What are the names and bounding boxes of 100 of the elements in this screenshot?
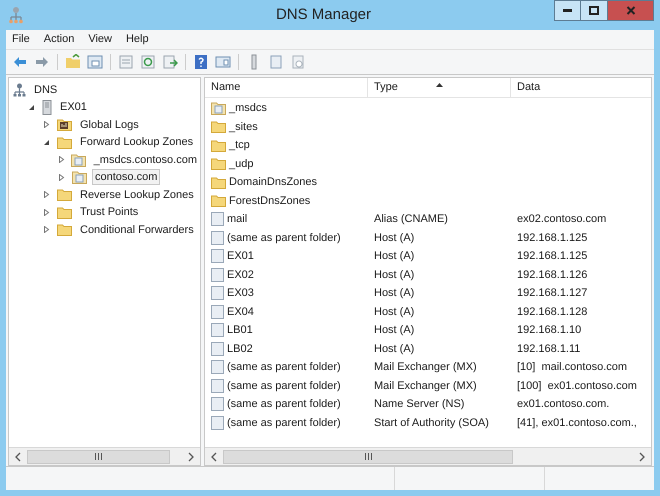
close-button[interactable] bbox=[608, 0, 654, 21]
zone-icon bbox=[72, 170, 87, 184]
record-icon bbox=[211, 212, 224, 226]
zone-icon bbox=[211, 101, 226, 116]
scroll-thumb[interactable] bbox=[27, 450, 170, 464]
type-cell: Start of Authority (SOA) bbox=[374, 416, 489, 428]
name-cell-text: (same as parent folder) bbox=[227, 378, 341, 394]
grip-icon bbox=[94, 453, 103, 460]
data-cell: 192.168.1.11 bbox=[517, 342, 580, 354]
collapse-arrow-icon[interactable] bbox=[43, 138, 50, 146]
menu-item[interactable]: File bbox=[12, 31, 30, 48]
type-cell: Host (A) bbox=[374, 268, 414, 280]
record-icon bbox=[211, 360, 224, 374]
record-icon bbox=[211, 249, 224, 264]
name-cell-text: _msdcs bbox=[229, 101, 267, 116]
type-cell: Host (A) bbox=[374, 287, 414, 299]
record-icon bbox=[211, 230, 224, 245]
expand-arrow-icon[interactable] bbox=[43, 208, 50, 216]
server-icon bbox=[42, 100, 52, 115]
menu-item[interactable]: View bbox=[88, 31, 112, 48]
folder-icon bbox=[211, 120, 226, 134]
data-cell: ex01.contoso.com. bbox=[517, 398, 610, 410]
window-title: DNS Manager bbox=[276, 4, 372, 25]
folder-icon bbox=[211, 176, 226, 189]
record-icon bbox=[211, 397, 224, 412]
name-cell-text: LB02 bbox=[227, 342, 253, 356]
data-cell: 192.168.1.128 bbox=[517, 306, 588, 318]
record-icon bbox=[211, 342, 224, 356]
maximize-button[interactable] bbox=[581, 0, 608, 21]
scroll-thumb[interactable] bbox=[223, 450, 513, 464]
folder-icon bbox=[57, 188, 72, 202]
type-cell: Host (A) bbox=[374, 306, 414, 318]
tree-item[interactable]: _msdcs.contoso.com bbox=[90, 152, 200, 168]
menu-item[interactable]: Action bbox=[44, 31, 74, 48]
network-icon bbox=[13, 82, 26, 97]
name-cell-text: _sites bbox=[229, 120, 258, 134]
type-cell: Alias (CNAME) bbox=[374, 213, 448, 225]
type-cell: Host (A) bbox=[374, 250, 414, 262]
menu-item[interactable]: Help bbox=[126, 31, 149, 48]
tree-item[interactable]: Global Logs bbox=[77, 116, 142, 133]
folder-icon bbox=[57, 206, 72, 219]
folder-icon bbox=[57, 223, 72, 236]
data-cell: [41], ex01.contoso.com., bbox=[517, 416, 637, 428]
folder-icon bbox=[211, 157, 226, 170]
name-cell-text: _udp bbox=[229, 156, 254, 172]
data-cell: 192.168.1.125 bbox=[517, 232, 588, 244]
name-cell-text: _tcp bbox=[229, 138, 250, 153]
expand-arrow-icon[interactable] bbox=[58, 174, 65, 181]
log-folder-icon bbox=[57, 118, 72, 132]
record-icon bbox=[211, 304, 224, 319]
type-cell: Host (A) bbox=[374, 232, 414, 244]
column-header[interactable]: Data bbox=[511, 78, 651, 97]
record-icon bbox=[211, 378, 224, 393]
type-cell: Host (A) bbox=[374, 342, 414, 354]
tree-item[interactable]: Forward Lookup Zones bbox=[77, 134, 196, 150]
data-cell: [100] ex01.contoso.com bbox=[517, 380, 637, 392]
tree-item[interactable]: DNS bbox=[31, 82, 60, 98]
expand-arrow-icon[interactable] bbox=[58, 156, 65, 164]
tree-item[interactable]: Reverse Lookup Zones bbox=[77, 186, 197, 203]
collapse-arrow-icon[interactable] bbox=[28, 104, 35, 111]
record-icon bbox=[211, 286, 224, 300]
tree-item[interactable]: Trust Points bbox=[77, 204, 142, 220]
data-cell: [10] mail.contoso.com bbox=[517, 361, 628, 373]
name-cell-text: EX02 bbox=[227, 268, 254, 282]
zone-icon bbox=[70, 152, 86, 167]
folder-icon bbox=[211, 194, 226, 208]
name-cell-text: ForestDnsZones bbox=[229, 194, 310, 208]
name-cell-text: EX03 bbox=[227, 286, 254, 301]
minimize-button[interactable] bbox=[554, 0, 581, 21]
name-cell-text: (same as parent folder) bbox=[227, 397, 341, 412]
close-icon bbox=[626, 6, 636, 15]
column-header[interactable]: Name bbox=[205, 78, 368, 97]
record-icon bbox=[211, 323, 224, 338]
tree-item[interactable]: contoso.com bbox=[92, 169, 160, 186]
expand-arrow-icon[interactable] bbox=[43, 191, 50, 198]
record-icon bbox=[211, 416, 224, 430]
name-cell-text: LB01 bbox=[227, 323, 253, 338]
name-cell-text: (same as parent folder) bbox=[227, 360, 341, 375]
name-cell-text: EX04 bbox=[227, 304, 254, 320]
name-cell-text: mail bbox=[227, 212, 248, 227]
name-cell-text: DomainDnsZones bbox=[229, 175, 318, 190]
data-cell: 192.168.1.125 bbox=[517, 250, 588, 262]
name-cell-text: EX01 bbox=[227, 249, 254, 264]
type-cell: Mail Exchanger (MX) bbox=[374, 380, 477, 392]
app-icon bbox=[9, 6, 23, 24]
tree-item[interactable]: EX01 bbox=[57, 99, 90, 116]
minimize-icon bbox=[563, 9, 572, 12]
column-header[interactable]: Type bbox=[368, 78, 511, 97]
data-cell: 192.168.1.127 bbox=[517, 287, 588, 299]
name-cell-text: (same as parent folder) bbox=[227, 230, 341, 246]
maximize-icon bbox=[589, 6, 599, 15]
expand-arrow-icon[interactable] bbox=[43, 121, 50, 128]
folder-icon bbox=[211, 138, 226, 152]
data-cell: ex02.contoso.com bbox=[517, 213, 606, 225]
data-cell: 192.168.1.126 bbox=[517, 268, 588, 280]
expand-arrow-icon[interactable] bbox=[43, 226, 50, 234]
type-cell: Mail Exchanger (MX) bbox=[374, 361, 477, 373]
grip-icon bbox=[364, 453, 372, 460]
tree-item[interactable]: Conditional Forwarders bbox=[77, 222, 197, 238]
name-cell-text: (same as parent folder) bbox=[227, 416, 341, 430]
